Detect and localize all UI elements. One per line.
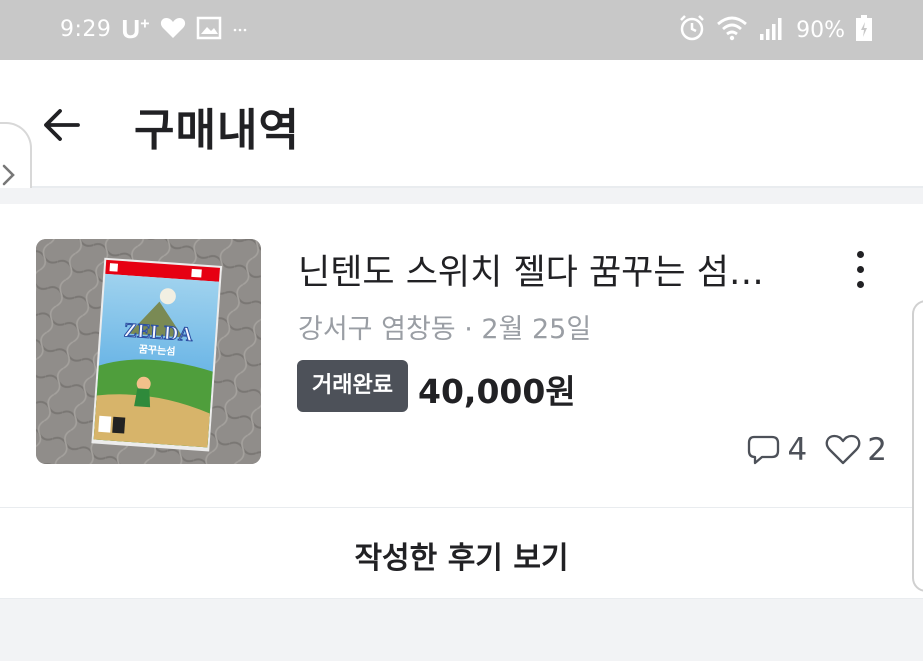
more-dot-top: [857, 251, 864, 258]
item-location: 강서구 염창동: [298, 314, 456, 345]
bottom-empty-area: [0, 598, 923, 661]
heart-icon: [160, 16, 186, 44]
edge-panel-handle[interactable]: [912, 300, 923, 592]
chat-count: 4: [787, 432, 808, 468]
status-bar: 9:29 U+ 90%: [0, 0, 923, 60]
more-options-button[interactable]: [845, 248, 875, 292]
chevron-right-icon: [2, 164, 15, 186]
status-badge: 거래완료: [297, 360, 408, 412]
battery-percent: 90%: [796, 17, 845, 43]
purchase-item[interactable]: ZELDA 꿈꾸는섬 닌텐도 스위치 젤다 꿈꾸는 섬… 강서구 염창동 · 2…: [0, 204, 923, 507]
view-review-button[interactable]: 작성한 후기 보기: [0, 507, 923, 598]
image-icon: [196, 16, 222, 44]
more-dot-bottom: [857, 281, 864, 288]
more-dot-middle: [857, 266, 864, 273]
item-counts: 4 2: [746, 432, 887, 468]
carrier-name: U: [121, 14, 141, 44]
status-time: 9:29: [60, 17, 112, 42]
back-button[interactable]: [40, 103, 84, 147]
view-review-label: 작성한 후기 보기: [354, 541, 569, 576]
chat-icon: [747, 435, 779, 465]
item-price: 40,000원: [418, 372, 576, 411]
back-arrow-icon: [44, 109, 80, 141]
section-divider: [0, 188, 923, 204]
alarm-icon: [678, 14, 706, 46]
carrier-plus: +: [140, 15, 150, 33]
page-title: 구매내역: [134, 105, 300, 156]
more-notifications-icon: [232, 16, 248, 44]
item-date: 2월 25일: [481, 314, 592, 345]
carrier-label: U+: [121, 14, 149, 45]
item-meta: 강서구 염창동 · 2월 25일: [298, 307, 591, 346]
item-title[interactable]: 닌텐도 스위치 젤다 꿈꾸는 섬…: [298, 244, 818, 295]
app-header: 구매내역: [0, 60, 923, 188]
like-count: 2: [867, 432, 887, 468]
battery-icon: [855, 14, 873, 46]
signal-icon: [758, 14, 786, 46]
meta-separator: ·: [464, 314, 473, 345]
heart-outline-icon: [825, 434, 861, 465]
wifi-icon: [716, 14, 748, 46]
item-thumbnail[interactable]: ZELDA 꿈꾸는섬: [36, 239, 261, 464]
